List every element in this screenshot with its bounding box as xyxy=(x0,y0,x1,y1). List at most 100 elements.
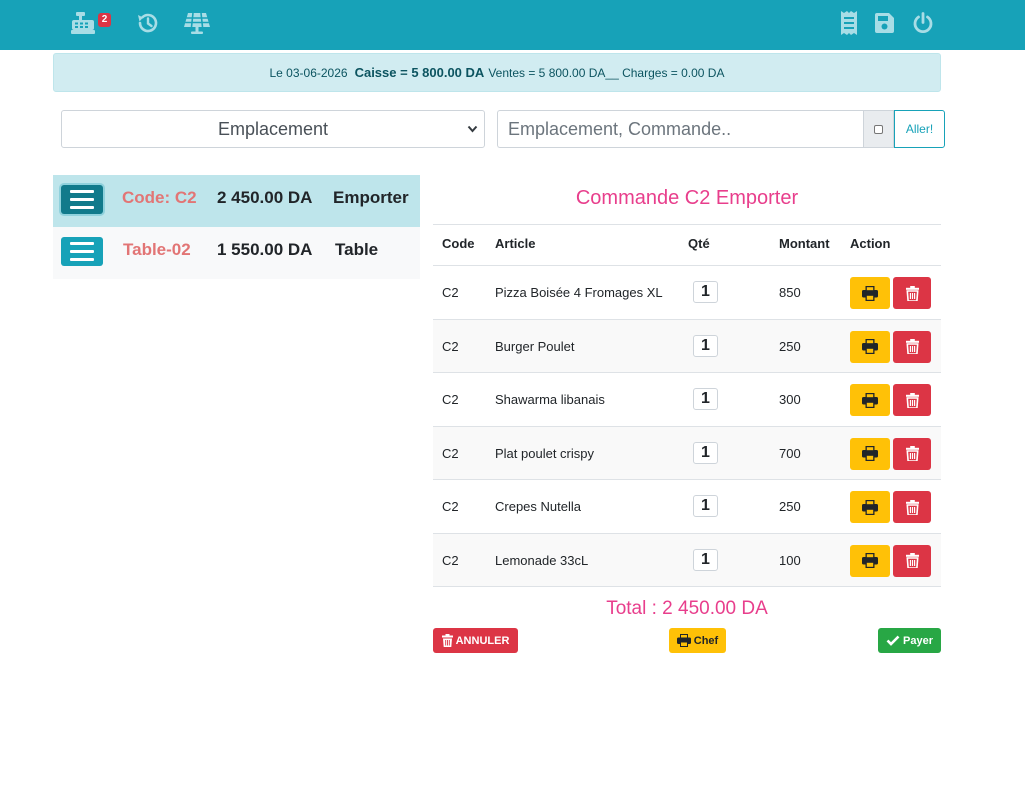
table-header: Code Article Qté Montant Action xyxy=(433,224,941,266)
order-type: Emporter xyxy=(333,188,409,207)
table-row: C2 Lemonade 33cL 1 100 xyxy=(433,533,941,587)
go-button[interactable]: Aller! xyxy=(894,110,945,148)
header-action: Action xyxy=(850,236,891,251)
header-qty: Qté xyxy=(688,236,710,251)
printer-icon xyxy=(862,499,878,515)
pay-button[interactable]: Payer xyxy=(878,628,941,653)
item-article: Plat poulet crispy xyxy=(495,445,594,461)
item-amount: 100 xyxy=(779,552,801,568)
trash-icon xyxy=(905,392,919,408)
item-article: Lemonade 33cL xyxy=(495,552,589,568)
trash-icon xyxy=(905,339,919,354)
trash-icon xyxy=(905,446,919,461)
solar-panel-icon[interactable] xyxy=(183,10,211,36)
item-article: Pizza Boisée 4 Fromages XL xyxy=(495,285,663,300)
item-qty-field[interactable]: 1 xyxy=(693,548,718,571)
print-item-button[interactable] xyxy=(850,491,890,523)
order-row[interactable]: Table-02 1 550.00 DA Table xyxy=(53,227,420,279)
search-checkbox[interactable] xyxy=(874,124,883,134)
item-qty-field[interactable]: 1 xyxy=(693,495,718,517)
cash-register-icon[interactable] xyxy=(70,10,96,36)
item-qty-field[interactable]: 1 xyxy=(693,441,718,464)
item-code: C2 xyxy=(442,392,459,407)
order-code: Table-02 xyxy=(123,240,191,259)
summary-date: Le 03-06-2026 xyxy=(269,65,348,80)
item-article: Burger Poulet xyxy=(495,338,575,354)
item-amount: 300 xyxy=(779,392,801,407)
chef-print-button[interactable]: Chef xyxy=(669,628,726,653)
item-qty-field[interactable]: 1 xyxy=(693,334,718,357)
cancel-label: ANNULER xyxy=(455,634,510,647)
summary-ventes-charges: Ventes = 5 800.00 DA__ Charges = 0.00 DA xyxy=(488,65,725,80)
item-code: C2 xyxy=(442,499,459,514)
item-amount: 700 xyxy=(779,445,801,461)
cancel-button[interactable]: ANNULER xyxy=(433,628,518,653)
delete-item-button[interactable] xyxy=(893,277,931,309)
location-select-value: Emplacement xyxy=(217,118,329,139)
header-code: Code xyxy=(442,236,475,251)
order-menu-button[interactable] xyxy=(61,237,103,266)
order-row[interactable]: Code: C2 2 450.00 DA Emporter xyxy=(53,175,420,227)
chevron-down-icon xyxy=(467,125,478,133)
item-amount: 850 xyxy=(779,285,801,300)
print-item-button[interactable] xyxy=(850,437,890,470)
trash-icon xyxy=(441,634,453,647)
printer-icon xyxy=(862,285,878,301)
search-input[interactable] xyxy=(497,110,864,148)
item-amount: 250 xyxy=(779,499,801,514)
print-item-button[interactable] xyxy=(850,277,890,309)
print-item-button[interactable] xyxy=(850,330,890,363)
register-count-badge: 2 xyxy=(98,13,111,27)
trash-icon xyxy=(905,285,919,301)
command-title: Commande C2 Emporter xyxy=(575,187,799,209)
header-amount: Montant xyxy=(779,236,830,251)
trash-icon xyxy=(905,499,919,515)
table-row: C2 Crepes Nutella 1 250 xyxy=(433,480,941,534)
item-code: C2 xyxy=(442,338,459,354)
summary-caisse: Caisse = 5 800.00 DA xyxy=(354,65,485,80)
printer-icon xyxy=(862,392,878,408)
save-icon[interactable] xyxy=(873,10,895,36)
location-select[interactable]: Emplacement xyxy=(61,110,485,148)
order-type: Table xyxy=(335,240,379,259)
delete-item-button[interactable] xyxy=(893,544,931,577)
printer-icon xyxy=(862,553,878,568)
item-code: C2 xyxy=(442,445,459,461)
item-amount: 250 xyxy=(779,338,801,354)
order-code: Code: C2 xyxy=(122,188,197,207)
item-qty-field[interactable]: 1 xyxy=(693,281,718,303)
delete-item-button[interactable] xyxy=(893,437,931,470)
trash-icon xyxy=(905,553,919,568)
chef-label: Chef xyxy=(693,634,719,647)
item-article: Shawarma libanais xyxy=(495,392,605,407)
receipt-icon[interactable] xyxy=(838,10,860,36)
check-icon xyxy=(886,635,900,646)
order-menu-button[interactable] xyxy=(61,185,103,214)
command-total: Total : 2 450.00 DA xyxy=(606,598,768,619)
command-table: Code Article Qté Montant Action C2 Pizza … xyxy=(433,224,941,587)
header-article: Article xyxy=(495,236,536,251)
printer-icon xyxy=(676,634,691,647)
pay-label: Payer xyxy=(903,634,933,647)
orders-list: Code: C2 2 450.00 DA Emporter Table-02 1… xyxy=(53,175,420,279)
printer-icon xyxy=(862,339,878,354)
printer-icon xyxy=(862,446,878,461)
delete-item-button[interactable] xyxy=(893,491,931,523)
delete-item-button[interactable] xyxy=(893,384,931,416)
item-qty-field[interactable]: 1 xyxy=(693,388,718,410)
order-amount: 2 450.00 DA xyxy=(217,188,313,207)
history-icon[interactable] xyxy=(135,10,161,36)
order-amount: 1 550.00 DA xyxy=(217,240,313,259)
print-item-button[interactable] xyxy=(850,544,890,577)
item-article: Crepes Nutella xyxy=(495,499,581,514)
table-row: C2 Plat poulet crispy 1 700 xyxy=(433,426,941,480)
table-row: C2 Pizza Boisée 4 Fromages XL 1 850 xyxy=(433,266,941,320)
search-checkbox-addon xyxy=(863,110,894,148)
power-icon[interactable] xyxy=(911,10,935,36)
cash-summary-alert: Le 03-06-2026 Caisse = 5 800.00 DA Vente… xyxy=(53,53,941,92)
table-row: C2 Shawarma libanais 1 300 xyxy=(433,373,941,427)
table-row: C2 Burger Poulet 1 250 xyxy=(433,319,941,373)
delete-item-button[interactable] xyxy=(893,330,931,363)
item-code: C2 xyxy=(442,552,459,568)
print-item-button[interactable] xyxy=(850,384,890,416)
